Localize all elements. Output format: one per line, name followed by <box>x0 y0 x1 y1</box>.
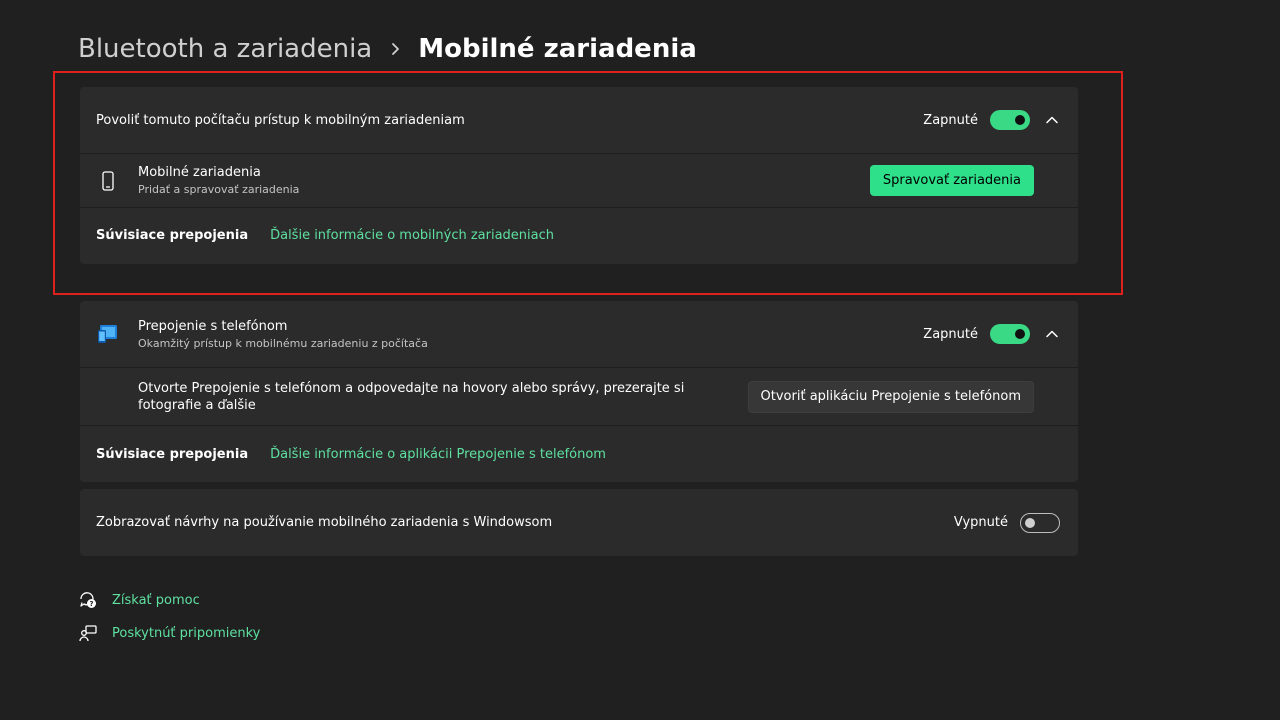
phone-link-description-row: Otvorte Prepojenie s telefónom a odpoved… <box>80 368 1078 426</box>
get-help-link[interactable]: ? Získať pomoc <box>78 590 200 610</box>
mobile-access-state: Zapnuté <box>923 112 978 128</box>
suggestions-state: Vypnuté <box>953 515 1008 530</box>
mobile-access-toggle[interactable] <box>990 110 1030 130</box>
get-help-label: Získať pomoc <box>112 592 200 608</box>
page-title: Mobilné zariadenia <box>418 34 697 64</box>
phone-link-state: Zapnuté <box>923 326 978 342</box>
open-phone-link-button[interactable]: Otvoriť aplikáciu Prepojenie s telefónom <box>747 380 1034 413</box>
breadcrumb-parent[interactable]: Bluetooth a zariadenia <box>78 34 372 64</box>
related-links-label: Súvisiace prepojenia <box>96 446 249 462</box>
svg-text:?: ? <box>89 600 93 608</box>
phone-link-toggle[interactable] <box>990 324 1030 344</box>
chevron-up-icon[interactable] <box>1044 326 1060 342</box>
phone-link-header[interactable]: Prepojenie s telefónom Okamžitý prístup … <box>80 301 1078 368</box>
suggestions-card: Zobrazovať návrhy na používanie mobilnéh… <box>80 489 1078 556</box>
manage-devices-button[interactable]: Spravovať zariadenia <box>869 165 1034 196</box>
help-chat-icon: ? <box>78 590 98 610</box>
phone-link-subtitle: Okamžitý prístup k mobilnému zariadeniu … <box>138 336 428 350</box>
related-links-label: Súvisiace prepojenia <box>96 227 249 243</box>
mobile-devices-subtitle: Pridať a spravovať zariadenia <box>138 183 300 196</box>
chevron-up-icon[interactable] <box>1044 112 1060 128</box>
mobile-devices-title: Mobilné zariadenia <box>138 165 261 180</box>
phone-icon <box>100 170 116 192</box>
feedback-label: Poskytnúť pripomienky <box>112 625 261 641</box>
mobile-devices-row: Mobilné zariadenia Pridať a spravovať za… <box>80 154 1078 208</box>
phone-link-info-link[interactable]: Ďalšie informácie o aplikácii Prepojenie… <box>270 447 606 462</box>
phone-link-title: Prepojenie s telefónom <box>138 318 288 334</box>
mobile-access-label: Povoliť tomuto počítaču prístup k mobiln… <box>96 112 465 128</box>
suggestions-label: Zobrazovať návrhy na používanie mobilnéh… <box>96 515 553 530</box>
suggestions-toggle[interactable] <box>1020 512 1060 533</box>
related-links-row: Súvisiace prepojenia Ďalšie informácie o… <box>80 208 1078 264</box>
feedback-link[interactable]: Poskytnúť pripomienky <box>78 623 260 643</box>
mobile-devices-info-link[interactable]: Ďalšie informácie o mobilných zariadenia… <box>270 228 554 243</box>
phone-link-app-icon <box>96 322 120 346</box>
mobile-access-card: Povoliť tomuto počítaču prístup k mobiln… <box>80 87 1078 264</box>
phone-link-card: Prepojenie s telefónom Okamžitý prístup … <box>80 301 1078 482</box>
suggestions-row[interactable]: Zobrazovať návrhy na používanie mobilnéh… <box>80 489 1078 556</box>
feedback-icon <box>78 623 98 643</box>
phone-link-related-row: Súvisiace prepojenia Ďalšie informácie o… <box>80 426 1078 482</box>
mobile-access-header[interactable]: Povoliť tomuto počítaču prístup k mobiln… <box>80 87 1078 154</box>
breadcrumb: Bluetooth a zariadenia Mobilné zariadeni… <box>78 32 697 66</box>
phone-link-description: Otvorte Prepojenie s telefónom a odpoved… <box>138 380 685 413</box>
chevron-right-icon <box>390 42 402 56</box>
